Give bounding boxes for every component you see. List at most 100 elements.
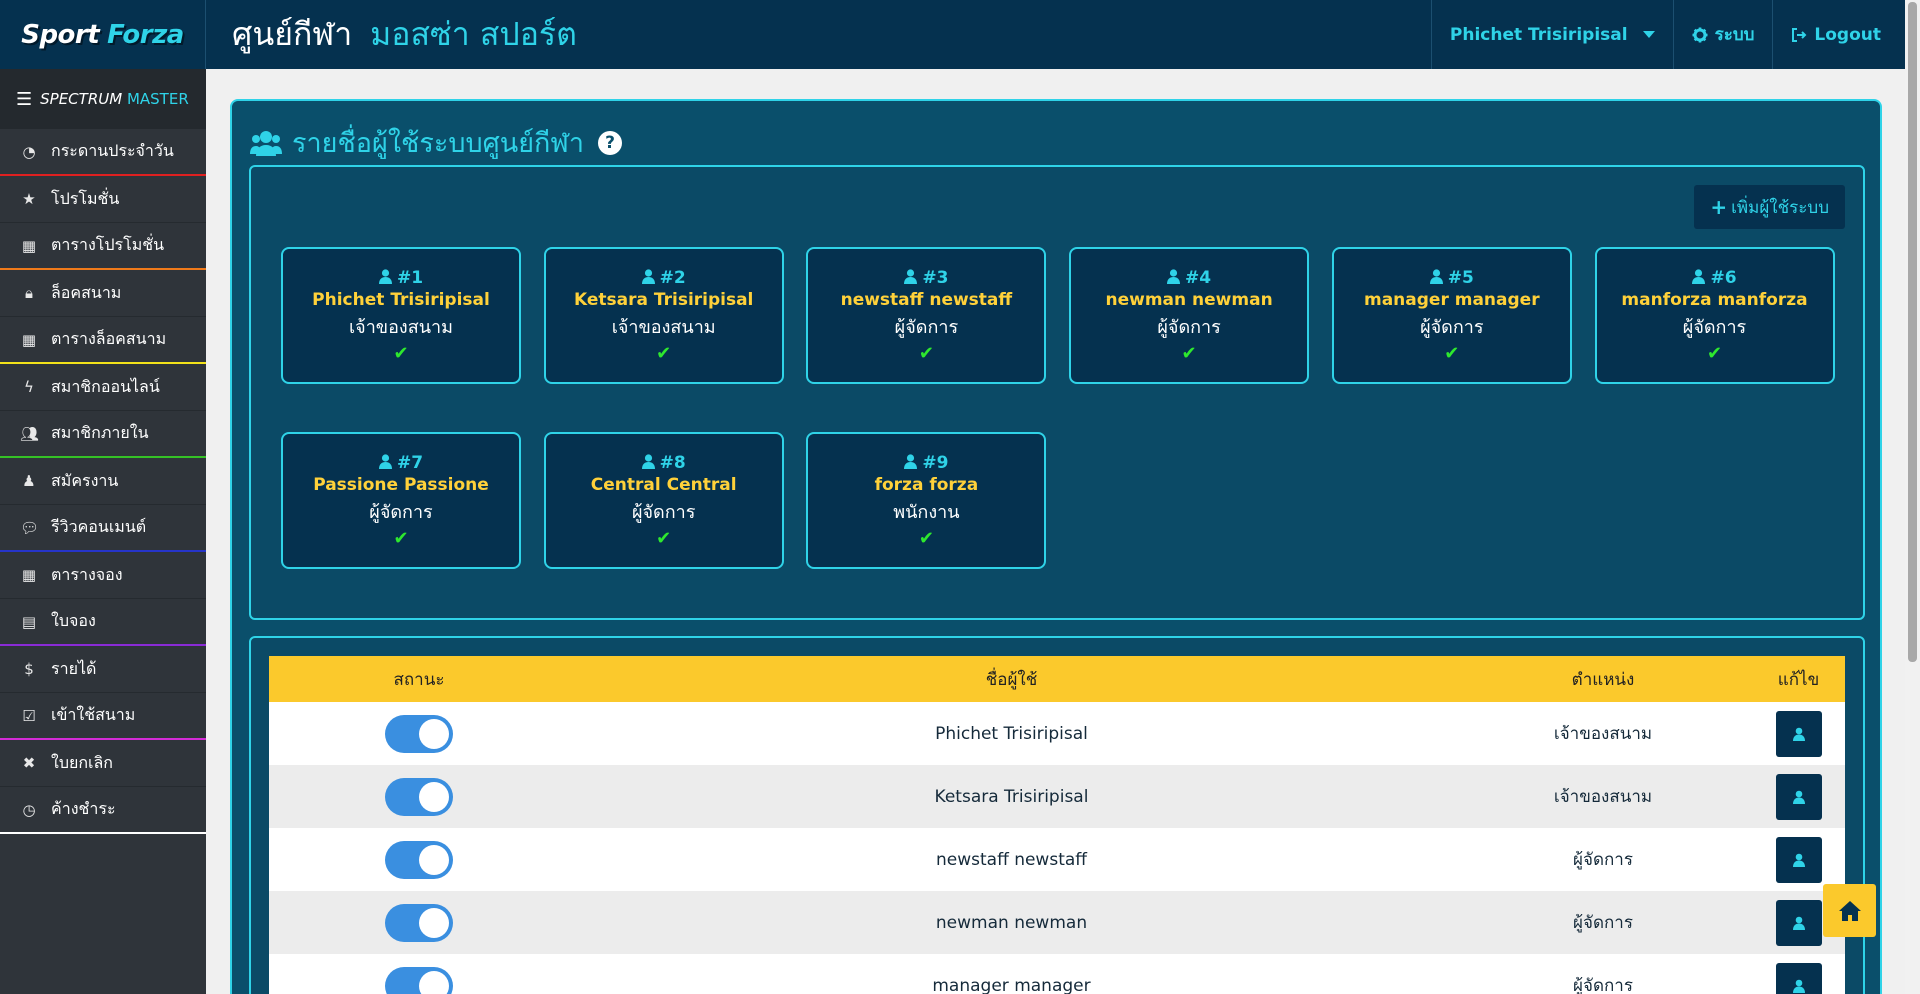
user-role: พนักงาน: [893, 501, 960, 523]
panel-title: รายชื่อผู้ใช้ระบบศูนย์กีฬา ?: [250, 121, 623, 164]
user-icon: [1792, 979, 1805, 993]
status-toggle[interactable]: [385, 777, 453, 816]
row-username: Ketsara Trisiripisal: [934, 786, 1089, 807]
comments-icon: 💬︎: [20, 518, 40, 537]
user-role: ผู้จัดการ: [369, 501, 433, 523]
header-role: ตำแหน่ง: [1571, 669, 1635, 690]
sidebar-item[interactable]: ▦ ตารางล็อคสนาม: [0, 317, 206, 364]
system-label: ระบบ: [1714, 25, 1755, 45]
top-navbar: Sport Forza ศูนย์กีฬา มอสซ่า สปอร์ต Phich…: [0, 0, 1905, 69]
sidebar-item[interactable]: ◷ ค้างชำระ: [0, 787, 206, 834]
clock-icon: ◷: [22, 800, 36, 819]
table-row: Ketsara Trisiripisal เจ้าของสนาม: [269, 765, 1845, 828]
check-icon: ✔: [918, 527, 934, 549]
header-status: สถานะ: [393, 669, 445, 690]
sidebar-item[interactable]: ✖ ใบยกเลิก: [0, 740, 206, 787]
header-username: ชื่อผู้ใช้: [985, 669, 1038, 690]
sidebar-item-label: ใบยกเลิก: [51, 752, 113, 772]
status-toggle[interactable]: [385, 966, 453, 994]
sidebar-header[interactable]: ☰ SPECTRUM MASTER: [0, 69, 206, 129]
system-button[interactable]: ระบบ: [1672, 0, 1773, 69]
user-icon: [1792, 853, 1805, 867]
toggle-knob: [419, 718, 449, 749]
logout-icon: [1792, 27, 1807, 42]
sidebar: ☰ SPECTRUM MASTER ◔ กระดานประจำวัน ★ โปรโมช…: [0, 69, 206, 994]
check-icon: ✔: [393, 342, 409, 364]
table-row: newstaff newstaff ผู้จัดการ: [269, 828, 1845, 891]
sidebar-item[interactable]: ϟ สมาชิกออนไลน์: [0, 364, 206, 411]
lock-icon: 🔒︎: [25, 284, 33, 302]
user-card[interactable]: #8 Central Central ผู้จัดการ ✔: [543, 432, 784, 569]
user-card[interactable]: #6 manforza manforza ผู้จัดการ ✔: [1594, 247, 1835, 384]
sidebar-item-label: สมาชิกภายใน: [51, 423, 149, 442]
edit-user-button[interactable]: [1775, 773, 1822, 820]
sidebar-item[interactable]: ◔ กระดานประจำวัน: [0, 129, 206, 176]
user-card[interactable]: #3 newstaff newstaff ผู้จัดการ ✔: [806, 247, 1047, 384]
edit-user-button[interactable]: [1775, 899, 1822, 946]
home-button[interactable]: [1823, 884, 1876, 937]
brand-logo[interactable]: Sport Forza: [0, 0, 206, 69]
page-scrollbar[interactable]: [1905, 0, 1920, 994]
user-card[interactable]: #2 Ketsara Trisiripisal เจ้าของสนาม ✔: [543, 247, 784, 384]
sidebar-item[interactable]: $ รายได้: [0, 646, 206, 693]
sidebar-item[interactable]: 👥︎ สมาชิกภายใน: [0, 411, 206, 458]
status-toggle[interactable]: [385, 714, 453, 753]
row-username: newstaff newstaff: [936, 849, 1087, 870]
scrollbar-thumb[interactable]: [1908, 2, 1917, 662]
user-name: newstaff newstaff: [840, 289, 1013, 310]
sidebar-item[interactable]: ▦ ตารางจอง: [0, 552, 206, 599]
user-name: Phichet Trisiripisal: [1449, 24, 1628, 45]
sidebar-item[interactable]: ▤ ใบจอง: [0, 599, 206, 646]
sidebar-title: SPECTRUM MASTER: [40, 90, 189, 108]
book-icon: ▤: [21, 612, 37, 631]
header-edit: แก้ไข: [1777, 669, 1820, 690]
user-icon: [1792, 790, 1805, 804]
row-role: ผู้จัดการ: [1573, 850, 1633, 870]
user-tie-icon: ♟: [22, 472, 36, 490]
user-name: manforza manforza: [1621, 289, 1808, 310]
edit-user-button[interactable]: [1775, 710, 1822, 757]
user-role: ผู้จัดการ: [1682, 316, 1747, 338]
user-card[interactable]: #4 newman newman ผู้จัดการ ✔: [1069, 247, 1310, 384]
table-row: newman newman ผู้จัดการ: [269, 891, 1845, 954]
user-card[interactable]: #7 Passione Passione ผู้จัดการ ✔: [281, 432, 521, 569]
sidebar-item[interactable]: ♟ สมัครงาน: [0, 458, 206, 505]
status-toggle[interactable]: [385, 903, 453, 942]
dashboard-icon: ◔: [22, 142, 36, 161]
sidebar-item-label: ใบจอง: [51, 611, 96, 630]
sidebar-item[interactable]: ▦ ตารางโปรโมชั่น: [0, 223, 206, 270]
user-card[interactable]: #1 Phichet Trisiripisal เจ้าของสนาม ✔: [281, 247, 521, 384]
check-icon: ✔: [1181, 342, 1197, 364]
user-card[interactable]: #9 forza forza พนักงาน ✔: [806, 432, 1047, 569]
sidebar-item-label: ตารางจอง: [51, 564, 123, 584]
user-number: #2: [641, 268, 686, 288]
user-role: ผู้จัดการ: [894, 316, 959, 338]
check-icon: ✔: [393, 527, 409, 549]
sidebar-item[interactable]: 🔒︎ ล็อคสนาม: [0, 270, 206, 317]
edit-user-button[interactable]: [1775, 836, 1822, 883]
status-toggle[interactable]: [385, 840, 453, 879]
sidebar-item-label: ตารางโปรโมชั่น: [51, 235, 165, 254]
user-dropdown[interactable]: Phichet Trisiripisal: [1430, 0, 1673, 69]
user-icon: [904, 268, 918, 284]
users-icon: [250, 130, 282, 156]
user-table-section: สถานะ ชื่อผู้ใช้ ตำแหน่ง แก้ไข Phichet T…: [249, 636, 1865, 994]
plus-icon: +: [1710, 195, 1728, 219]
user-card[interactable]: #5 manager manager ผู้จัดการ ✔: [1331, 247, 1572, 384]
help-icon[interactable]: ?: [598, 130, 623, 155]
edit-user-button[interactable]: [1775, 962, 1822, 994]
logout-button[interactable]: Logout: [1772, 0, 1905, 69]
user-icon: [641, 453, 655, 469]
user-role: เจ้าของสนาม: [611, 316, 716, 338]
sidebar-item[interactable]: 💬︎ รีวิวคอนเมนต์: [0, 505, 206, 552]
table-header: สถานะ ชื่อผู้ใช้ ตำแหน่ง แก้ไข: [269, 656, 1845, 702]
user-role: เจ้าของสนาม: [349, 316, 453, 338]
sidebar-item[interactable]: ☑ เข้าใช้สนาม: [0, 693, 206, 740]
add-user-button[interactable]: + เพิ่มผู้ใช้ระบบ: [1694, 185, 1845, 229]
logout-label: Logout: [1814, 24, 1881, 45]
user-cards-section: + เพิ่มผู้ใช้ระบบ #1 Phichet Trisiripisal…: [249, 165, 1865, 620]
toggle-knob: [419, 844, 449, 875]
user-number: #7: [378, 453, 423, 473]
sidebar-item[interactable]: ★ โปรโมชั่น: [0, 176, 206, 223]
user-role: ผู้จัดการ: [1157, 316, 1221, 338]
